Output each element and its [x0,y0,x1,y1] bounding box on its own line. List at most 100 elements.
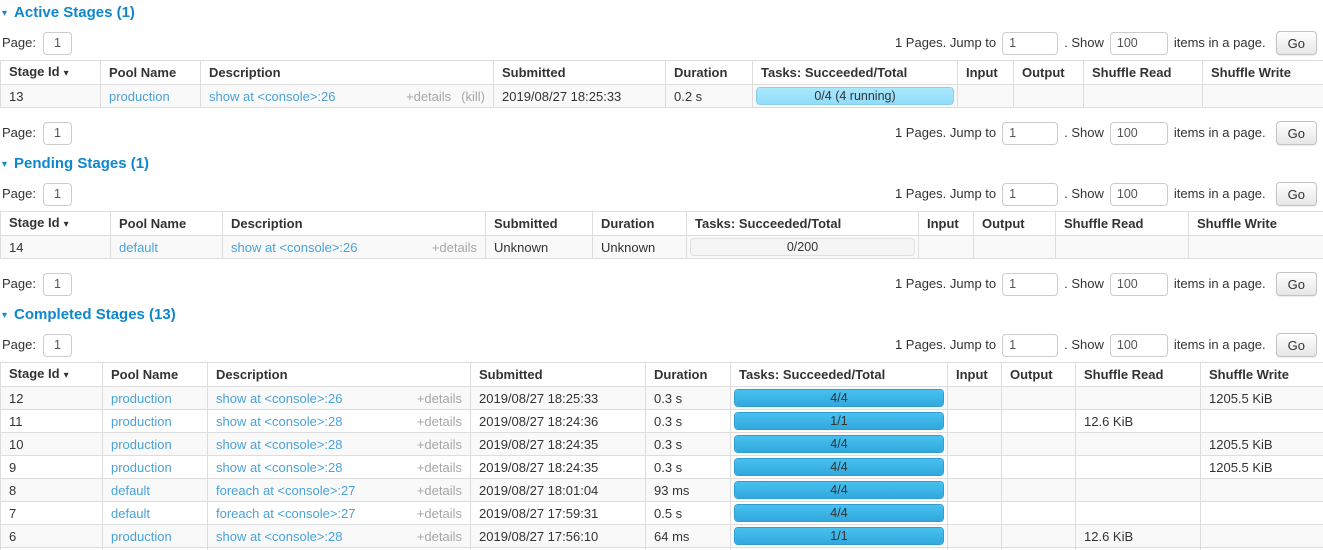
show-count-input[interactable] [1110,122,1168,145]
show-count-input[interactable] [1110,183,1168,206]
column-header-shuffle_write[interactable]: Shuffle Write [1203,61,1323,85]
column-header-submitted[interactable]: Submitted [471,363,646,387]
section-heading-active[interactable]: ▾Active Stages (1) [2,4,135,22]
page-number-input[interactable] [43,334,72,357]
page-number-input[interactable] [43,122,72,145]
column-header-pool[interactable]: Pool Name [103,363,208,387]
column-header-output[interactable]: Output [1002,363,1076,387]
page-number-input[interactable] [43,183,72,206]
pool-name-link[interactable]: default [119,240,158,255]
details-toggle[interactable]: +details [417,438,462,451]
go-button[interactable]: Go [1276,31,1317,55]
pool-name-link[interactable]: production [109,89,170,104]
column-header-output[interactable]: Output [974,212,1056,236]
sort-desc-icon: ▾ [64,68,69,79]
jump-to-input[interactable] [1002,32,1058,55]
pool-name-link[interactable]: production [111,529,172,544]
jump-to-input[interactable] [1002,122,1058,145]
stage-description-link[interactable]: show at <console>:26 [216,392,342,405]
pool-name-link[interactable]: default [111,483,150,498]
column-header-tasks[interactable]: Tasks: Succeeded/Total [753,61,958,85]
cell-pool: production [101,85,201,108]
items-per-page-text: items in a page. [1174,186,1266,202]
stage-paginator: Page:1 Pages. Jump to. Showitems in a pa… [2,272,1317,296]
column-header-output[interactable]: Output [1014,61,1084,85]
stage-description-link[interactable]: show at <console>:28 [216,438,342,451]
details-toggle[interactable]: +details [406,90,451,103]
show-count-input[interactable] [1110,334,1168,357]
details-toggle[interactable]: +details [417,484,462,497]
pool-name-link[interactable]: default [111,506,150,521]
cell-stage_id: 14 [1,236,111,259]
jump-to-input[interactable] [1002,334,1058,357]
column-header-description[interactable]: Description [201,61,494,85]
column-header-shuffle_write[interactable]: Shuffle Write [1189,212,1323,236]
column-header-duration[interactable]: Duration [593,212,687,236]
column-header-description[interactable]: Description [208,363,471,387]
details-toggle[interactable]: +details [417,461,462,474]
go-button[interactable]: Go [1276,182,1317,206]
details-toggle[interactable]: +details [417,507,462,520]
column-header-input[interactable]: Input [919,212,974,236]
show-count-input[interactable] [1110,32,1168,55]
column-header-duration[interactable]: Duration [646,363,731,387]
page-number-input[interactable] [43,32,72,55]
stage-description-link[interactable]: show at <console>:28 [216,415,342,428]
jump-to-input[interactable] [1002,273,1058,296]
column-header-shuffle_write[interactable]: Shuffle Write [1201,363,1323,387]
pages-count-text: 1 Pages. Jump to [895,337,996,353]
go-button[interactable]: Go [1276,272,1317,296]
pool-name-link[interactable]: production [111,437,172,452]
items-per-page-text: items in a page. [1174,276,1266,292]
pool-name-link[interactable]: production [111,414,172,429]
stage-description-link[interactable]: show at <console>:26 [231,241,357,254]
cell-duration: 0.2 s [666,85,753,108]
stage-description-link[interactable]: show at <console>:28 [216,530,342,543]
column-header-description[interactable]: Description [223,212,486,236]
column-header-shuffle_read[interactable]: Shuffle Read [1084,61,1203,85]
description-cell: show at <console>:28 +details [216,461,462,474]
description-cell: foreach at <console>:27 +details [216,507,462,520]
details-toggle[interactable]: +details [417,392,462,405]
cell-submitted: 2019/08/27 18:25:33 [494,85,666,108]
column-header-pool[interactable]: Pool Name [111,212,223,236]
go-button[interactable]: Go [1276,333,1317,357]
show-count-input[interactable] [1110,273,1168,296]
details-toggle[interactable]: +details [417,415,462,428]
sort-desc-icon: ▾ [64,370,69,381]
section-heading-completed[interactable]: ▾Completed Stages (13) [2,306,176,324]
column-header-shuffle_read[interactable]: Shuffle Read [1056,212,1189,236]
pool-name-link[interactable]: production [111,460,172,475]
kill-link[interactable]: (kill) [461,90,485,103]
section-heading-pending[interactable]: ▾Pending Stages (1) [2,155,149,173]
stage-description-link[interactable]: show at <console>:28 [216,461,342,474]
spark-stages-page: ▾Active Stages (1) Page:1 Pages. Jump to.… [0,0,1323,550]
cell-stage_id: 8 [1,479,103,502]
details-toggle[interactable]: +details [417,530,462,543]
stage-description-link[interactable]: foreach at <console>:27 [216,507,356,520]
details-toggle[interactable]: +details [432,241,477,254]
column-header-input[interactable]: Input [948,363,1002,387]
column-header-stage_id[interactable]: Stage Id▾ [1,212,111,236]
column-header-tasks[interactable]: Tasks: Succeeded/Total [731,363,948,387]
column-header-pool[interactable]: Pool Name [101,61,201,85]
pool-name-link[interactable]: production [111,391,172,406]
stage-description-link[interactable]: foreach at <console>:27 [216,484,356,497]
column-header-submitted[interactable]: Submitted [486,212,593,236]
cell-submitted: 2019/08/27 17:59:31 [471,502,646,525]
column-header-stage_id[interactable]: Stage Id▾ [1,363,103,387]
column-header-label: Output [1010,367,1053,382]
jump-to-input[interactable] [1002,183,1058,206]
column-header-shuffle_read[interactable]: Shuffle Read [1076,363,1201,387]
column-header-submitted[interactable]: Submitted [494,61,666,85]
column-header-duration[interactable]: Duration [666,61,753,85]
go-button[interactable]: Go [1276,121,1317,145]
page-number-input[interactable] [43,273,72,296]
column-header-input[interactable]: Input [958,61,1014,85]
column-header-tasks[interactable]: Tasks: Succeeded/Total [687,212,919,236]
column-header-label: Description [209,65,281,80]
stage-description-link[interactable]: show at <console>:26 [209,90,335,103]
cell-output [1002,410,1076,433]
section-title-text: Pending Stages (1) [14,155,149,173]
column-header-stage_id[interactable]: Stage Id▾ [1,61,101,85]
